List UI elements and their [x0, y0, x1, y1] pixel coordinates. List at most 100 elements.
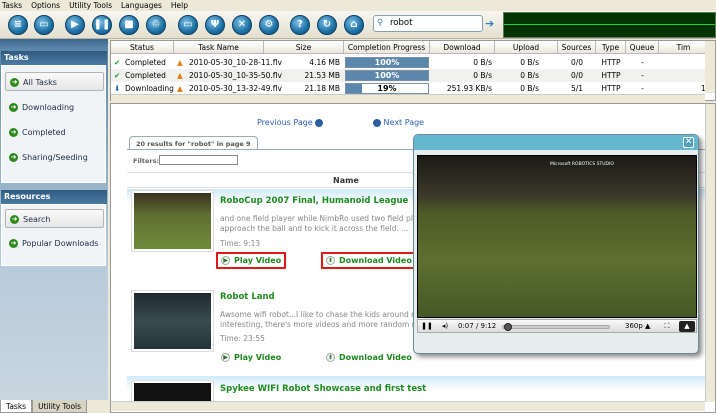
menu-utility-tools[interactable]: Utility Tools — [69, 0, 112, 11]
task-table-vscroll[interactable] — [705, 41, 715, 93]
result-title[interactable]: Spykee WIFI Robot Showcase and first tes… — [220, 384, 426, 394]
popup-titlebar[interactable]: ✕ — [414, 135, 698, 150]
label: Play Video — [234, 256, 282, 265]
search-icon: ⚲ — [377, 18, 384, 28]
sidebar-item-all-tasks[interactable]: ➜ All Tasks — [5, 72, 104, 91]
results-hscroll[interactable] — [111, 401, 705, 411]
popout-icon[interactable]: ▲ — [679, 321, 695, 332]
label: Download Video — [339, 353, 412, 362]
tools-icon[interactable]: Ψ — [205, 15, 225, 35]
play-video-button[interactable]: ▶ Play Video — [218, 351, 284, 364]
pause-icon[interactable]: ❚❚ — [92, 15, 112, 35]
menu-languages[interactable]: Languages — [121, 0, 162, 11]
vlc-file-icon: ▲ — [177, 71, 183, 80]
seek-bar[interactable] — [502, 323, 610, 331]
menu-help[interactable]: Help — [171, 0, 188, 11]
table-row[interactable]: ✔ Completed ▲ 2010-05-30_10-35-50.flv 21.53 … — [111, 69, 706, 82]
check-icon: ✔ — [114, 58, 121, 67]
video-thumbnail[interactable] — [131, 380, 214, 402]
open-folder-icon[interactable]: ▭ — [178, 15, 198, 35]
progress-bar: 19% — [345, 83, 429, 94]
task-size: 4.16 MB — [309, 58, 340, 67]
col-type[interactable]: Type — [596, 41, 626, 54]
arrow-icon: ➜ — [10, 215, 19, 224]
col-queue[interactable]: Queue — [626, 41, 659, 54]
task-name: 2010-05-30_10-35-50.flv — [189, 71, 282, 80]
resources-section: ➜ Search ➜ Popular Downloads — [1, 204, 106, 266]
sidebar-item-sharing[interactable]: ➜ Sharing/Seeding — [5, 148, 104, 167]
download-icon: ⇟ — [326, 256, 335, 265]
arrow-icon: ➜ — [9, 103, 18, 112]
download-video-button[interactable]: ⇟ Download Video — [323, 351, 415, 364]
task-status: Completed — [125, 71, 166, 80]
col-upload[interactable]: Upload — [495, 41, 558, 54]
search-go-icon[interactable]: ➔ — [485, 17, 494, 30]
table-row[interactable]: ✔ Completed ▲ 2010-05-30_10-28-11.flv 4.16 M… — [111, 56, 706, 69]
start-icon[interactable]: ▶ — [65, 15, 85, 35]
sidebar-item-downloading[interactable]: ➜ Downloading — [5, 98, 104, 117]
video-frame[interactable]: Microsoft ROBOTICS STUDIO — [417, 155, 697, 318]
col-status[interactable]: Status — [111, 41, 174, 54]
video-thumbnail[interactable] — [131, 290, 214, 352]
results-vscroll[interactable] — [705, 104, 715, 402]
pause-icon[interactable]: ❚❚ — [421, 320, 433, 333]
task-sources: 0/0 — [570, 71, 584, 80]
filters-input[interactable] — [159, 155, 238, 165]
video-watermark: Microsoft ROBOTICS STUDIO — [550, 162, 614, 167]
close-icon[interactable]: ✕ — [683, 137, 694, 148]
col-sources[interactable]: Sources — [558, 41, 596, 54]
home-icon[interactable]: ⌂ — [344, 15, 364, 35]
task-upload-speed: 0 B/s — [520, 58, 539, 67]
open-icon[interactable]: ▭ — [34, 15, 54, 35]
seek-handle[interactable] — [504, 323, 513, 331]
volume-icon[interactable]: ◂) — [438, 320, 452, 333]
col-task-name[interactable]: Task Name — [174, 41, 264, 54]
download-video-button[interactable]: ⇟ Download Video — [321, 252, 417, 269]
result-title[interactable]: RoboCup 2007 Final, Humanoid League — [220, 196, 408, 206]
task-table-hscroll[interactable] — [111, 94, 705, 101]
previous-page-link[interactable]: Previous Page — [257, 118, 324, 127]
vlc-file-icon: ▲ — [177, 58, 183, 67]
task-download-speed: 0 B/s — [473, 71, 492, 80]
delete-icon[interactable]: ♲ — [146, 15, 166, 35]
tab-utility-tools[interactable]: Utility Tools — [32, 400, 88, 413]
menu-tasks[interactable]: Tasks — [2, 0, 22, 11]
progress-label: 100% — [374, 71, 400, 80]
progress-bar: 100% — [345, 70, 429, 81]
sidebar-item-search[interactable]: ➜ Search — [5, 209, 104, 228]
results-tab[interactable]: 20 results for "robot" in page 9 — [129, 136, 258, 150]
task-table: Status Task Name Size Completion Progres… — [110, 40, 716, 101]
label: Search — [23, 215, 51, 224]
label: Next Page — [383, 118, 425, 127]
col-size[interactable]: Size — [264, 41, 344, 54]
result-title[interactable]: Robot Land — [220, 292, 275, 302]
label: 360p — [625, 322, 643, 330]
result-desc: and one field player while NimbRo used t… — [220, 214, 427, 223]
sidebar-item-completed[interactable]: ➜ Completed — [5, 123, 104, 142]
settings-icon[interactable]: ⚙ — [259, 15, 279, 35]
download-icon: ⇟ — [326, 353, 335, 362]
next-page-link[interactable]: Next Page — [373, 118, 424, 127]
col-time[interactable]: Tim — [659, 41, 709, 54]
stop-icon[interactable]: ■ — [119, 15, 139, 35]
task-upload-speed: 0 B/s — [520, 71, 539, 80]
refresh-icon[interactable]: ↻ — [317, 15, 337, 35]
quality-selector[interactable]: 360p ▲ — [625, 320, 650, 333]
help-icon[interactable]: ? — [290, 15, 310, 35]
new-task-icon[interactable]: ≡ — [8, 15, 28, 35]
menu-options[interactable]: Options — [31, 0, 60, 11]
fullscreen-icon[interactable]: ⛶ — [661, 320, 673, 333]
play-video-button[interactable]: ▶ Play Video — [216, 252, 287, 269]
tasks-section: ➜ All Tasks ➜ Downloading ➜ Completed ➜ Shar… — [1, 65, 106, 183]
fullscreen-icon[interactable]: ✕ — [232, 15, 252, 35]
arrow-icon: ➜ — [9, 239, 18, 248]
label: Download Video — [339, 256, 412, 265]
video-thumbnail[interactable] — [131, 190, 214, 252]
col-download[interactable]: Download — [430, 41, 495, 54]
result-time: Time: 9:13 — [220, 239, 261, 248]
col-progress[interactable]: Completion Progress — [344, 41, 430, 54]
tab-tasks[interactable]: Tasks — [0, 400, 33, 413]
sidebar-item-popular-downloads[interactable]: ➜ Popular Downloads — [5, 234, 104, 253]
arrow-icon: ➜ — [9, 153, 18, 162]
search-input[interactable]: ⚲ robot — [373, 15, 483, 32]
